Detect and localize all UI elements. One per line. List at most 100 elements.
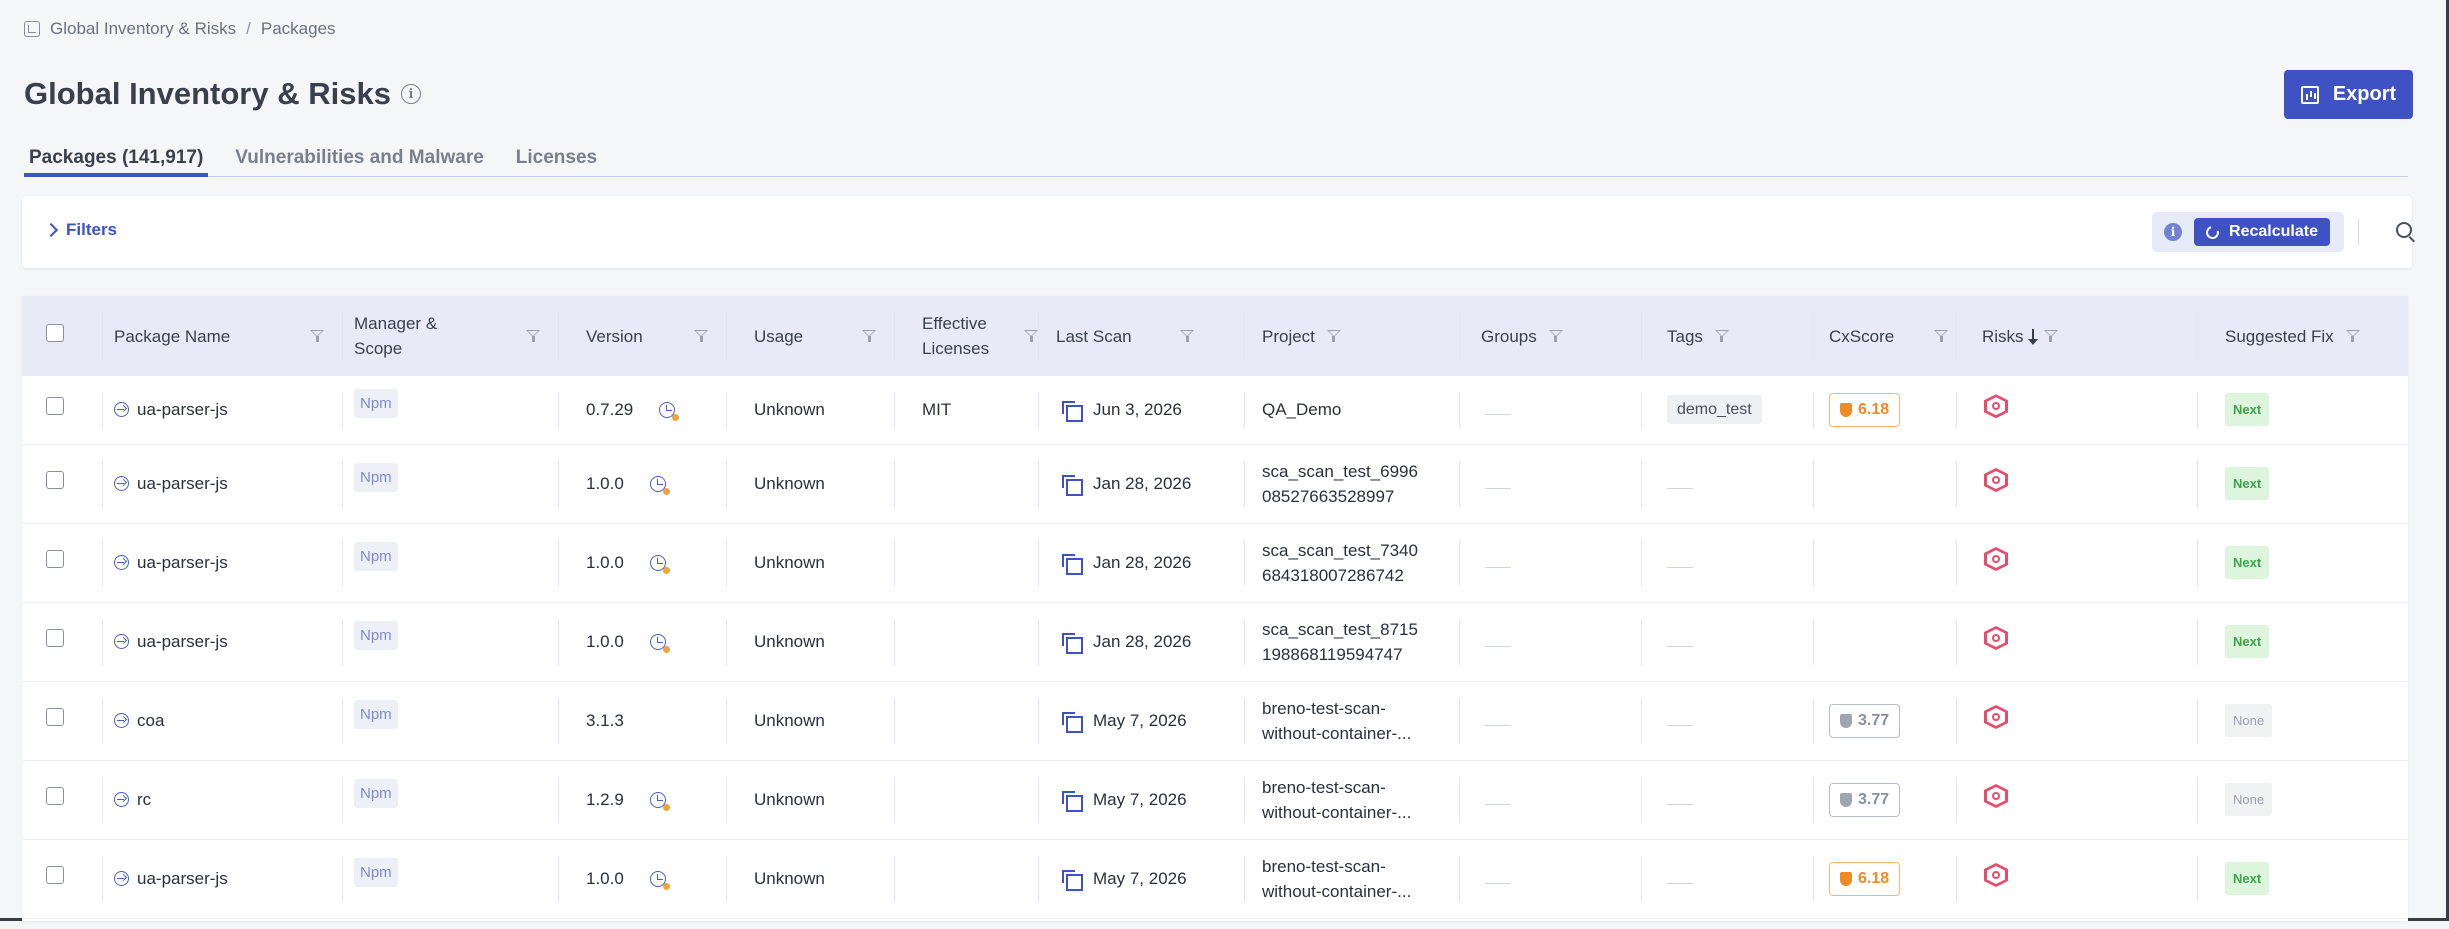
select-all-checkbox[interactable] [46, 323, 64, 342]
col-suggested-fix[interactable]: Suggested Fix [2225, 324, 2334, 349]
copy-icon[interactable] [1062, 791, 1083, 812]
breadcrumb-root-link[interactable]: Global Inventory & Risks [50, 19, 236, 39]
empty-dash [1485, 883, 1511, 884]
row-checkbox[interactable] [46, 866, 64, 884]
export-button[interactable]: Export [2284, 70, 2413, 119]
risk-icon[interactable] [1984, 547, 2008, 571]
risk-icon[interactable] [1984, 705, 2008, 729]
project-link[interactable]: QA_Demo [1262, 397, 1459, 422]
search-icon[interactable] [2396, 222, 2412, 238]
package-name[interactable]: rc [137, 787, 151, 812]
filter-icon[interactable] [526, 329, 540, 343]
sort-desc-icon[interactable] [2027, 329, 2038, 345]
copy-icon[interactable] [1062, 475, 1083, 496]
table-row[interactable]: coa Npm 3.1.3 Unknown May 7, 2026 breno-… [22, 681, 2408, 761]
version-alert-icon[interactable] [649, 554, 670, 574]
copy-icon[interactable] [1062, 712, 1083, 733]
version-alert-icon[interactable] [649, 475, 670, 495]
filter-icon[interactable] [1024, 329, 1038, 343]
suggested-fix-badge[interactable]: Next [2225, 625, 2270, 658]
package-name[interactable]: ua-parser-js [137, 866, 228, 891]
filter-icon[interactable] [1934, 329, 1948, 343]
row-checkbox[interactable] [46, 550, 64, 568]
table-row[interactable]: ua-parser-js Npm 0.7.29 Unknown MIT Jun … [22, 376, 2408, 445]
package-name[interactable]: ua-parser-js [137, 471, 228, 496]
filter-icon[interactable] [1180, 329, 1194, 343]
table-row[interactable]: ua-parser-js Npm 1.0.0 Unknown May 7, 20… [22, 839, 2408, 919]
col-groups[interactable]: Groups [1481, 324, 1537, 349]
table-row[interactable]: rc Npm 1.2.9 Unknown May 7, 2026 breno-t… [22, 760, 2408, 840]
cxscore-badge[interactable]: 3.77 [1829, 782, 1901, 817]
row-checkbox[interactable] [46, 397, 64, 416]
filter-icon[interactable] [2043, 329, 2058, 343]
col-version[interactable]: Version [586, 324, 643, 349]
table-row[interactable]: ua-parser-js Npm 1.0.0 Unknown Jan 28, 2… [22, 444, 2408, 524]
table-row[interactable]: ua-parser-js Npm 1.0.0 Unknown Jan 28, 2… [22, 523, 2408, 603]
project-link[interactable]: breno-test-scan-without-container-... [1262, 854, 1459, 904]
col-tags[interactable]: Tags [1667, 324, 1703, 349]
recalculate-info-icon[interactable]: i [2164, 223, 2182, 241]
package-name[interactable]: ua-parser-js [137, 629, 228, 654]
col-project[interactable]: Project [1262, 324, 1315, 349]
tab-licenses[interactable]: Licenses [511, 143, 602, 177]
col-last-scan[interactable]: Last Scan [1056, 324, 1132, 349]
col-manager-scope[interactable]: Manager & Scope [354, 311, 437, 361]
version-alert-icon[interactable] [649, 791, 670, 811]
copy-icon[interactable] [1062, 633, 1083, 654]
row-checkbox[interactable] [46, 787, 64, 805]
package-name[interactable]: ua-parser-js [137, 397, 228, 422]
suggested-fix-badge[interactable]: None [2225, 704, 2273, 737]
project-link[interactable]: sca_scan_test_6996 08527663528997 [1262, 459, 1459, 509]
risk-icon[interactable] [1984, 626, 2008, 650]
cxscore-badge[interactable]: 6.18 [1829, 392, 1901, 427]
risk-icon[interactable] [1984, 784, 2008, 808]
copy-icon[interactable] [1062, 870, 1083, 891]
version-alert-icon[interactable] [649, 633, 670, 653]
suggested-fix-badge[interactable]: Next [2225, 467, 2270, 500]
suggested-fix-badge[interactable]: Next [2225, 393, 2270, 427]
copy-icon[interactable] [1062, 554, 1083, 575]
package-name[interactable]: ua-parser-js [137, 550, 228, 575]
filter-icon[interactable] [1326, 329, 1341, 343]
suggested-fix-badge[interactable]: Next [2225, 862, 2270, 895]
recalculate-label: Recalculate [2229, 223, 2318, 240]
tab-packages[interactable]: Packages (141,917) [24, 143, 209, 177]
info-icon[interactable]: i [400, 84, 421, 104]
project-link[interactable]: sca_scan_test_7340 684318007286742 [1262, 538, 1459, 588]
filter-icon[interactable] [1548, 329, 1563, 343]
package-name[interactable]: coa [137, 708, 164, 733]
risk-icon[interactable] [1984, 468, 2008, 492]
col-cxscore[interactable]: CxScore [1829, 324, 1894, 349]
row-checkbox[interactable] [46, 629, 64, 647]
table-row[interactable]: ua-parser-js Npm 1.0.0 Unknown Jan 28, 2… [22, 602, 2408, 682]
version-text: 1.0.0 [586, 474, 624, 493]
project-link[interactable]: breno-test-scan-without-container-... [1262, 696, 1459, 746]
cxscore-badge[interactable]: 3.77 [1829, 703, 1901, 738]
suggested-fix-badge[interactable]: None [2225, 783, 2273, 816]
filter-icon[interactable] [2345, 329, 2360, 343]
col-package-name[interactable]: Package Name [114, 324, 230, 349]
filter-icon[interactable] [310, 329, 324, 343]
row-checkbox[interactable] [46, 471, 64, 489]
suggested-fix-badge[interactable]: Next [2225, 546, 2270, 579]
tab-vulnerabilities[interactable]: Vulnerabilities and Malware [230, 143, 488, 177]
filter-icon[interactable] [1714, 329, 1729, 343]
project-line2: 08527663528997 [1262, 486, 1395, 506]
risk-icon[interactable] [1984, 863, 2008, 887]
col-usage[interactable]: Usage [754, 324, 803, 349]
col-licenses[interactable]: Effective Licenses [922, 311, 989, 361]
cxscore-badge[interactable]: 6.18 [1829, 861, 1901, 896]
row-checkbox[interactable] [46, 708, 64, 726]
risk-icon[interactable] [1984, 394, 2008, 418]
filter-icon[interactable] [862, 329, 876, 343]
col-risks[interactable]: Risks [1982, 324, 2024, 349]
copy-icon[interactable] [1062, 401, 1083, 423]
version-alert-icon[interactable] [649, 870, 670, 890]
project-link[interactable]: sca_scan_test_8715 198868119594747 [1262, 617, 1459, 667]
filters-toggle[interactable]: Filters [43, 220, 117, 240]
project-link[interactable]: breno-test-scan-without-container-... [1262, 775, 1459, 825]
version-alert-icon[interactable] [659, 401, 680, 421]
recalculate-button[interactable]: Recalculate [2194, 218, 2330, 246]
filter-icon[interactable] [694, 329, 708, 343]
usage-text: Unknown [754, 711, 825, 730]
